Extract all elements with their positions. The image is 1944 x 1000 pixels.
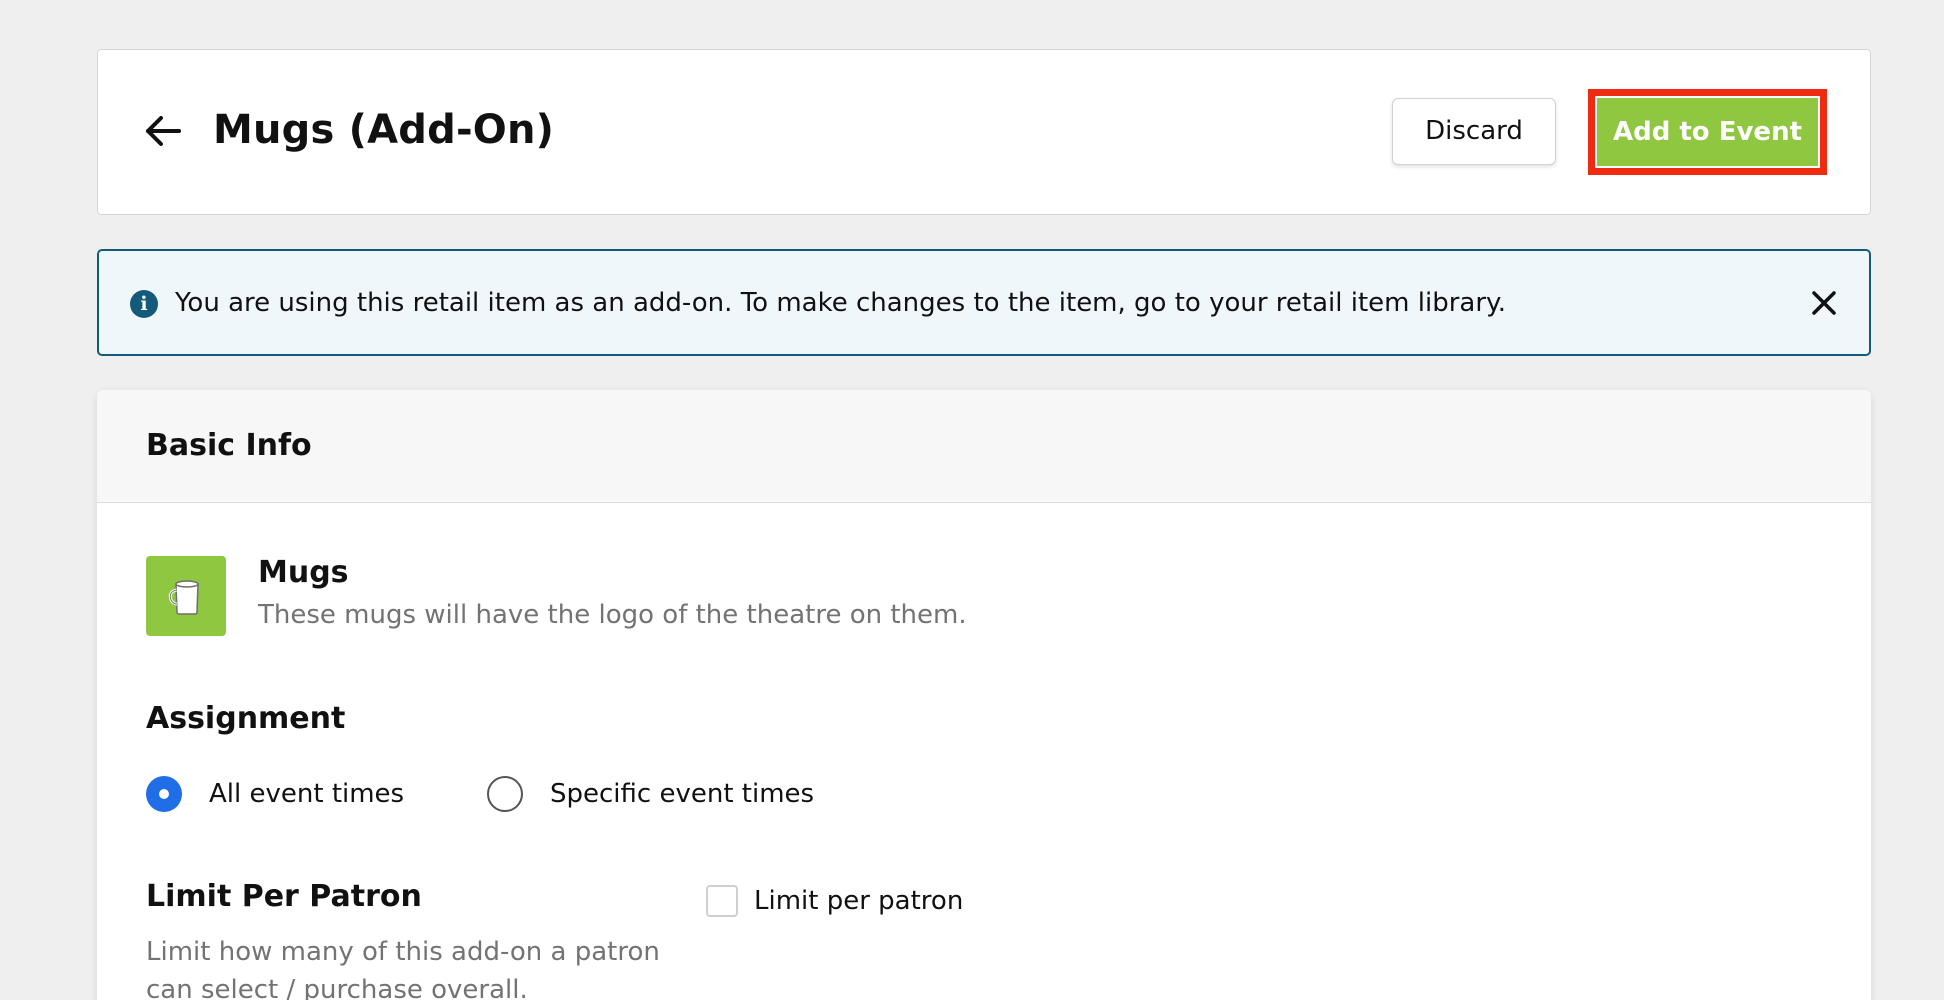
back-button[interactable] bbox=[142, 110, 184, 152]
info-banner: i You are using this retail item as an a… bbox=[97, 249, 1871, 356]
limit-per-patron-title: Limit Per Patron bbox=[146, 879, 422, 914]
info-banner-text: You are using this retail item as an add… bbox=[175, 288, 1506, 318]
limit-per-patron-checkbox[interactable] bbox=[706, 885, 738, 917]
page: Mugs (Add-On) Discard Add to Event i You… bbox=[0, 0, 1944, 1000]
basic-info-card: Basic Info Mugs These mugs will have the… bbox=[97, 390, 1871, 1000]
limit-per-patron-description: Limit how many of this add-on a patron c… bbox=[146, 937, 660, 1000]
page-title: Mugs (Add-On) bbox=[213, 107, 555, 153]
limit-per-patron-option[interactable]: Limit per patron bbox=[706, 883, 963, 919]
basic-info-title: Basic Info bbox=[146, 428, 312, 463]
basic-info-header: Basic Info bbox=[97, 390, 1871, 503]
item-name: Mugs bbox=[258, 555, 349, 590]
mug-icon bbox=[168, 580, 199, 615]
item-thumbnail bbox=[146, 556, 226, 636]
back-arrow-icon bbox=[146, 116, 181, 146]
discard-button[interactable]: Discard bbox=[1392, 98, 1556, 165]
info-icon: i bbox=[130, 290, 158, 318]
radio-all-event-times[interactable]: All event times bbox=[146, 776, 404, 812]
radio-specific-event-times[interactable]: Specific event times bbox=[487, 776, 814, 812]
radio-button-selected[interactable] bbox=[146, 776, 182, 812]
radio-label: All event times bbox=[209, 779, 405, 809]
close-banner-button[interactable] bbox=[1806, 285, 1842, 321]
assignment-title: Assignment bbox=[146, 701, 346, 736]
item-description: These mugs will have the logo of the the… bbox=[258, 600, 967, 630]
add-to-event-button[interactable]: Add to Event bbox=[1597, 98, 1818, 166]
radio-button-unselected[interactable] bbox=[487, 776, 523, 812]
limit-per-patron-label: Limit per patron bbox=[754, 886, 964, 916]
header-card: Mugs (Add-On) Discard Add to Event bbox=[97, 49, 1871, 215]
close-icon bbox=[1812, 291, 1836, 315]
radio-label: Specific event times bbox=[550, 779, 815, 809]
